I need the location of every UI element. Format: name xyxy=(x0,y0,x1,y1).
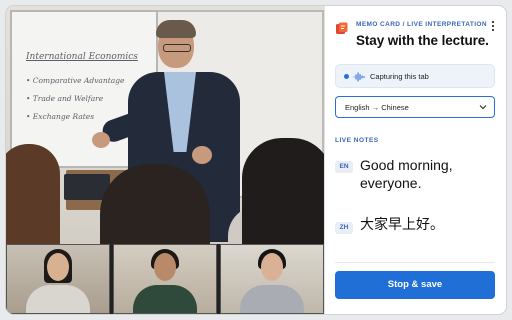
chevron-down-icon xyxy=(479,105,487,110)
capture-status-text: Capturing this tab xyxy=(370,72,429,81)
stop-and-save-button[interactable]: Stop & save xyxy=(335,271,495,299)
language-badge-en: EN xyxy=(335,161,353,173)
participant-tile[interactable] xyxy=(6,244,110,314)
capture-status: Capturing this tab xyxy=(335,64,495,88)
presenter-hand xyxy=(192,146,212,164)
memo-card-logo-icon xyxy=(336,22,348,34)
memo-card-panel: MEMO CARD / LIVE INTERPRETATION Stay wit… xyxy=(324,6,506,314)
presenter-hand xyxy=(92,132,110,148)
presenter-hair xyxy=(156,20,196,38)
participant-strip xyxy=(6,244,324,314)
participant-tile[interactable] xyxy=(220,244,324,314)
language-pair-select[interactable]: English → Chinese xyxy=(335,96,495,118)
participant-tile[interactable] xyxy=(113,244,217,314)
panel-eyebrow: MEMO CARD / LIVE INTERPRETATION xyxy=(356,21,487,28)
divider xyxy=(335,262,495,263)
app-window: International Economics • Comparative Ad… xyxy=(6,6,506,314)
audio-wave-icon xyxy=(353,72,365,82)
lecture-video[interactable]: International Economics • Comparative Ad… xyxy=(6,6,324,314)
presenter-glasses xyxy=(163,44,191,52)
board-title: International Economics xyxy=(26,52,138,62)
board-item: • Exchange Rates xyxy=(26,112,95,121)
language-pair-value: English → Chinese xyxy=(345,103,409,112)
board-item: • Trade and Welfare xyxy=(26,94,104,103)
note-chinese: 大家早上好。 xyxy=(360,217,444,233)
board-item: • Comparative Advantage xyxy=(26,76,125,85)
panel-title: Stay with the lecture. xyxy=(356,33,489,48)
kebab-menu-icon[interactable] xyxy=(489,20,497,32)
language-badge-zh: ZH xyxy=(335,222,353,234)
live-notes-label: LIVE NOTES xyxy=(335,137,379,144)
note-english: Good morning, everyone. xyxy=(360,157,453,191)
recording-dot-icon xyxy=(344,74,349,79)
